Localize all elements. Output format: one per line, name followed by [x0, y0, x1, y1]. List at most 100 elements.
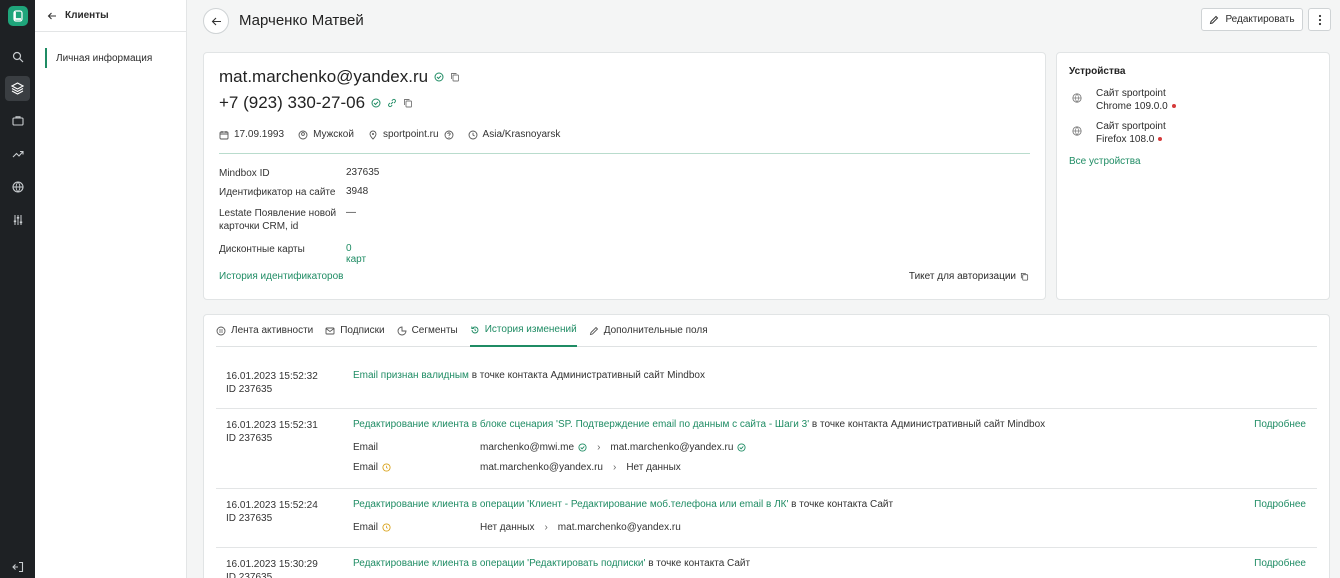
entry-meta: 16.01.2023 15:30:29 ID 237635: [226, 558, 318, 578]
ticket-label: Тикет для авторизации: [908, 271, 1016, 282]
nav-item-personal-info[interactable]: Личная информация: [45, 48, 152, 68]
devices-title: Устройства: [1069, 66, 1126, 77]
details-link[interactable]: Подробнее: [1254, 558, 1306, 569]
chevron-right-icon: ›: [544, 522, 548, 533]
tab-label: Лента активности: [231, 325, 314, 336]
entry-id: ID 237635: [226, 572, 273, 578]
profile-divider: [219, 153, 1030, 154]
link-icon[interactable]: [387, 98, 397, 108]
old-value: marchenko@mwi.me: [480, 442, 575, 453]
change-old: Нет данных: [480, 522, 534, 533]
entry-description: Редактирование клиента в операции 'Клиен…: [353, 499, 893, 510]
device-item[interactable]: Сайт sportpoint Chrome 109.0.0: [1072, 87, 1176, 113]
change-field: Email: [353, 442, 480, 453]
secondary-nav: Клиенты Личная информация: [35, 0, 187, 578]
pending-icon: [382, 523, 391, 532]
identifier-history-link[interactable]: История идентификаторов: [219, 271, 343, 282]
change-old: mat.marchenko@yandex.ru: [480, 462, 603, 473]
change-field: Email: [353, 462, 480, 473]
field-label: Mindbox ID: [219, 168, 270, 179]
briefcase-icon[interactable]: [10, 113, 25, 128]
birthdate: 17.09.1993: [234, 129, 285, 140]
copy-icon[interactable]: [403, 98, 413, 108]
profile-card: mat.marchenko@yandex.ru +7 (923) 330-27-…: [203, 52, 1046, 300]
history-entry: 16.01.2023 15:52:32 ID 237635 Email приз…: [216, 360, 1317, 409]
history-entry: 16.01.2023 15:52:31 ID 237635 Редактиров…: [216, 409, 1317, 489]
edit-label: Редактировать: [1225, 14, 1295, 25]
help-icon[interactable]: [444, 130, 454, 140]
tab-label: Дополнительные поля: [603, 325, 708, 336]
discount-cards-link[interactable]: 0 карт: [346, 243, 366, 265]
profile-email[interactable]: mat.marchenko@yandex.ru: [219, 67, 428, 87]
copy-icon[interactable]: [450, 72, 460, 82]
details-link[interactable]: Подробнее: [1254, 499, 1306, 510]
verified-icon: [371, 98, 381, 108]
arrow-left-icon: [211, 17, 221, 25]
field-value: —: [346, 207, 356, 218]
entry-context: в точке контакта Административный сайт M…: [809, 419, 1046, 430]
tab-segments[interactable]: Сегменты: [397, 315, 458, 347]
device-item[interactable]: Сайт sportpoint Firefox 108.0: [1072, 120, 1166, 146]
field-label: Идентификатор на сайте: [219, 187, 336, 198]
page-title: Марченко Матвей: [239, 12, 364, 29]
inactive-dot-icon: [1158, 137, 1163, 142]
kebab-icon: [1318, 14, 1321, 25]
entry-link[interactable]: Редактирование клиента в операции 'Клиен…: [353, 499, 788, 510]
change-row: Email marchenko@mwi.me › mat.marchenko@y…: [353, 442, 746, 453]
tab-label: Сегменты: [411, 325, 458, 336]
profile-phone[interactable]: +7 (923) 330-27-06: [219, 93, 365, 113]
entry-id: ID 237635: [226, 513, 273, 524]
nav-item-label: Личная информация: [56, 52, 153, 64]
entry-meta: 16.01.2023 15:52:31 ID 237635: [226, 419, 318, 445]
history-icon: [471, 326, 479, 333]
entry-context: в точке контакта Административный сайт M…: [468, 370, 705, 381]
tab-label: История изменений: [484, 324, 577, 335]
field-label: Дисконтные карты: [219, 244, 305, 255]
details-link[interactable]: Подробнее: [1254, 419, 1306, 430]
globe-icon[interactable]: [10, 179, 25, 194]
field-value: 3948: [346, 186, 369, 197]
entry-description: Email признан валидным в точке контакта …: [353, 370, 705, 381]
globe-icon: [1072, 126, 1082, 136]
entry-meta: 16.01.2023 15:52:24 ID 237635: [226, 499, 318, 525]
change-row: Email mat.marchenko@yandex.ru › Нет данн…: [353, 462, 681, 473]
change-field: Email: [353, 522, 480, 533]
sliders-icon[interactable]: [10, 212, 25, 227]
back-button[interactable]: [203, 8, 229, 34]
device-browser: Firefox 108.0: [1096, 134, 1155, 145]
tab-extra-fields[interactable]: Дополнительные поля: [589, 315, 708, 347]
search-icon[interactable]: [10, 49, 25, 64]
entry-time: 16.01.2023 15:52:24: [226, 500, 318, 511]
pending-icon: [382, 463, 391, 472]
back-to-clients-link[interactable]: Клиенты: [35, 0, 186, 32]
entry-link[interactable]: Редактирование клиента в операции 'Редак…: [353, 558, 645, 569]
device-name: Сайт sportpoint: [1096, 121, 1166, 132]
verified-icon: [578, 443, 587, 452]
device-name: Сайт sportpoint: [1096, 88, 1166, 99]
layers-icon[interactable]: [5, 76, 30, 101]
change-new: mat.marchenko@yandex.ru: [610, 442, 746, 453]
tab-subscriptions[interactable]: Подписки: [325, 315, 385, 347]
change-row: Email Нет данных › mat.marchenko@yandex.…: [353, 522, 681, 533]
mail-icon: [325, 327, 335, 334]
trend-icon[interactable]: [10, 146, 25, 161]
tab-activity-feed[interactable]: Лента активности: [216, 315, 313, 347]
verified-icon: [434, 72, 444, 82]
entry-link[interactable]: Email признан валидным: [353, 370, 469, 381]
tab-change-history[interactable]: История изменений: [469, 315, 577, 347]
history-entry: 16.01.2023 15:52:24 ID 237635 Редактиров…: [216, 489, 1317, 548]
auth-ticket-button[interactable]: Тикет для авторизации: [909, 271, 1029, 282]
logout-icon[interactable]: [10, 559, 25, 574]
profile-email-row: mat.marchenko@yandex.ru: [219, 67, 460, 87]
timezone-item: Asia/Krasnoyarsk: [468, 129, 560, 140]
profile-phone-row: +7 (923) 330-27-06: [219, 93, 413, 113]
entry-link[interactable]: Редактирование клиента в блоке сценария …: [353, 419, 809, 430]
page-header: Марченко Матвей Редактировать: [188, 0, 1340, 42]
user-icon: [298, 130, 308, 139]
edit-button[interactable]: Редактировать: [1201, 8, 1303, 31]
field-name: Email: [353, 462, 379, 473]
app-logo-icon[interactable]: [8, 6, 28, 26]
entry-context: в точке контакта Сайт: [645, 558, 751, 569]
all-devices-link[interactable]: Все устройства: [1069, 156, 1141, 167]
more-menu-button[interactable]: [1308, 8, 1331, 31]
